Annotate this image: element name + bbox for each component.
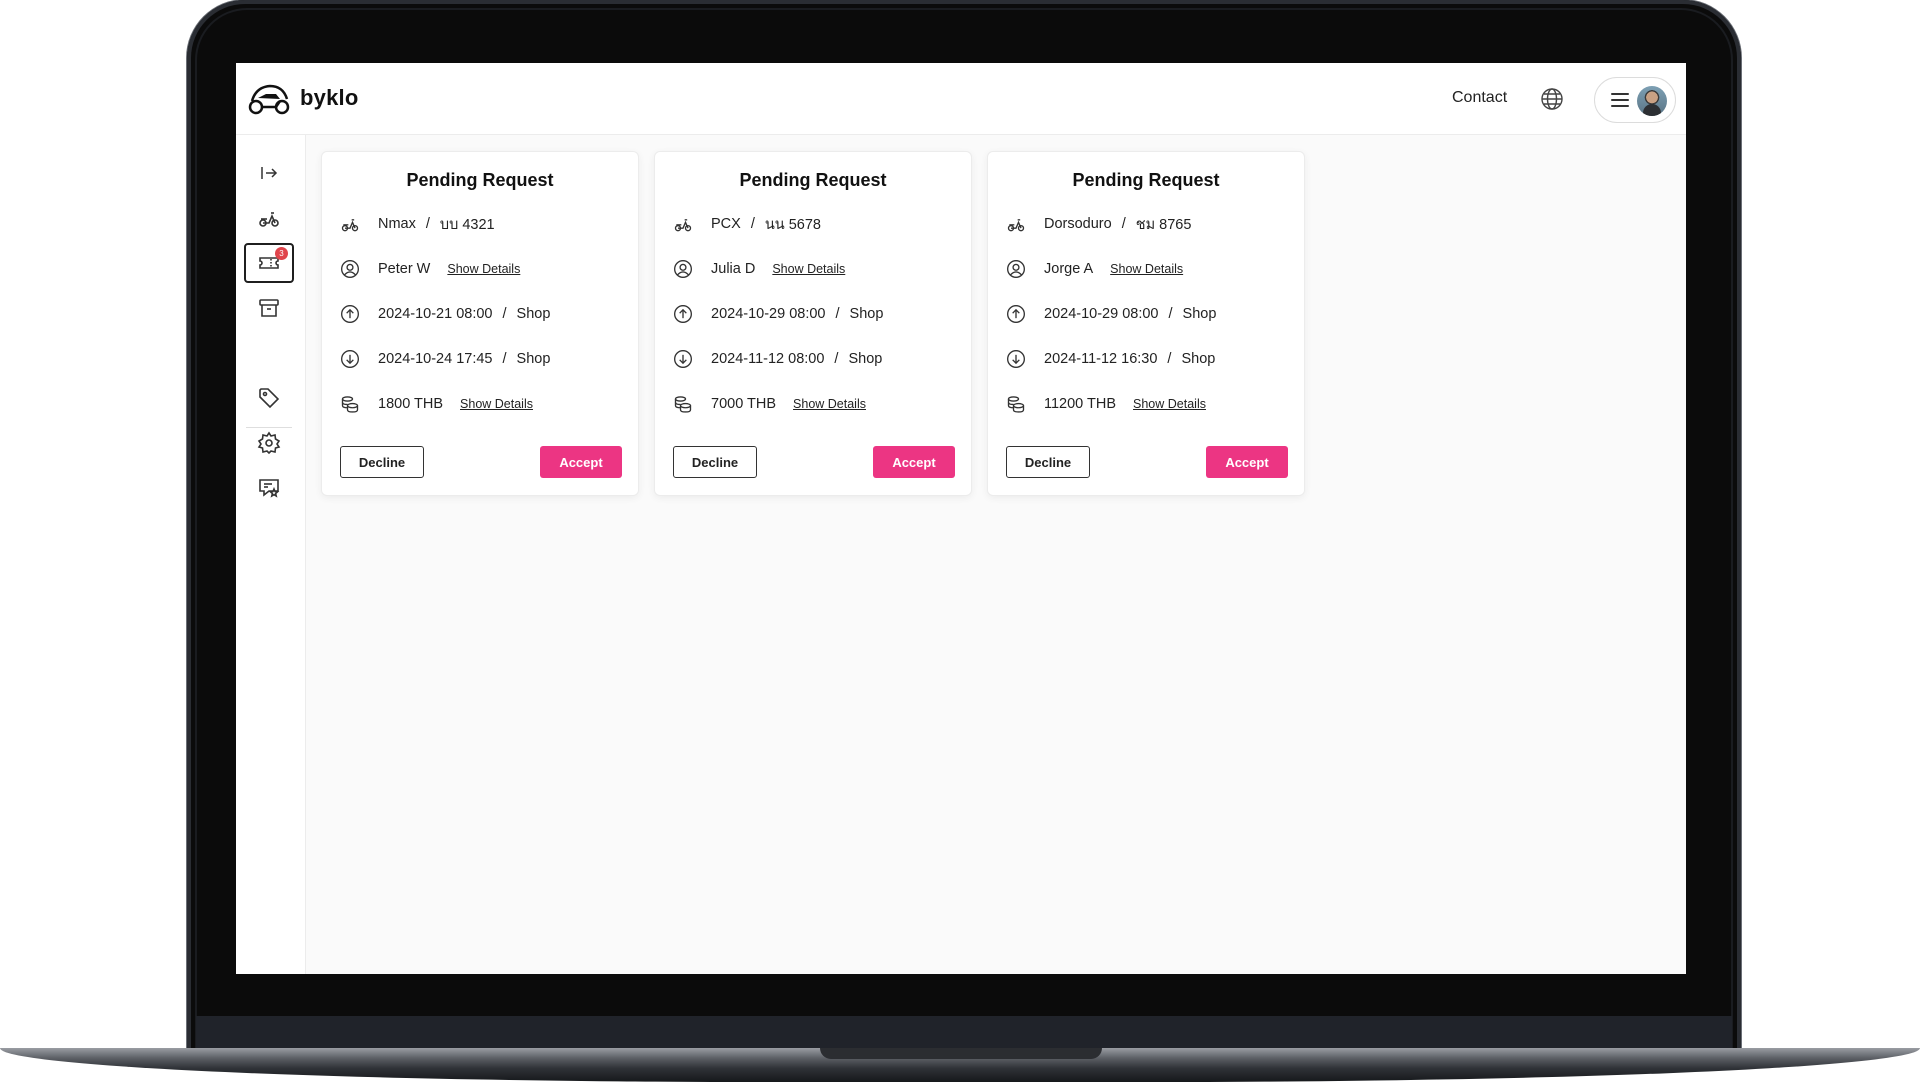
customer-show-details-link[interactable]: Show Details — [772, 262, 845, 276]
price: 11200 THB — [1044, 396, 1117, 412]
bike-plate: ชม 8765 — [1135, 216, 1192, 233]
pickup-datetime: 2024-10-29 08:00 — [711, 306, 826, 322]
price: 1800 THB — [378, 396, 444, 412]
pickup-location: Shop — [516, 306, 551, 322]
decline-button[interactable]: Decline — [673, 446, 757, 478]
pickup-row: 2024-10-29 08:00/Shop — [673, 302, 883, 326]
price: 7000 THB — [711, 396, 777, 412]
arrow-down-circle-icon — [1007, 350, 1025, 368]
price-show-details-link[interactable]: Show Details — [460, 397, 533, 411]
review-star-icon — [259, 479, 280, 498]
price-row: 11200 THB Show Details — [1006, 392, 1206, 416]
user-circle-icon — [341, 260, 359, 278]
coins-icon — [341, 396, 359, 413]
price-show-details-link[interactable]: Show Details — [1133, 397, 1206, 411]
card-title: Pending Request — [406, 170, 554, 190]
motorbike-logo-icon — [248, 84, 290, 115]
pickup-location: Shop — [1182, 306, 1217, 322]
bike-model: Nmax — [378, 216, 416, 232]
card-title: Pending Request — [739, 170, 887, 190]
dropoff-row: 2024-11-12 08:00/Shop — [673, 347, 882, 371]
accept-button[interactable]: Accept — [540, 446, 622, 478]
scooter-icon — [674, 219, 692, 232]
request-card: Pending Request Dorsoduro / ชม 8765 Jorge … — [987, 151, 1305, 496]
customer-row: Jorge A Show Details — [1006, 257, 1183, 281]
coins-icon — [1007, 396, 1025, 413]
bike-row: PCX / นน 5678 — [673, 212, 821, 236]
sidebar: 3 — [236, 135, 306, 974]
customer-name: Peter W — [378, 261, 431, 277]
accept-button[interactable]: Accept — [873, 446, 955, 478]
request-card: Pending Request PCX / นน 5678 Julia D Show … — [654, 151, 972, 496]
laptop-chin — [196, 1016, 1732, 1050]
avatar — [1637, 86, 1667, 116]
pickup-row: 2024-10-29 08:00/Shop — [1006, 302, 1216, 326]
request-card: Pending Request Nmax / บบ 4321 Peter W Show… — [321, 151, 639, 496]
price-row: 7000 THB Show Details — [673, 392, 866, 416]
app-screen: byklo Contact 3 Pending Request Nmax / บ… — [236, 63, 1686, 974]
bike-plate: นน 5678 — [764, 216, 821, 233]
bike-row: Nmax / บบ 4321 — [340, 212, 495, 236]
gear-icon — [257, 431, 281, 455]
user-circle-icon — [1007, 260, 1025, 278]
notification-badge: 3 — [275, 247, 288, 260]
bike-model: PCX — [711, 216, 741, 232]
arrow-up-circle-icon — [1007, 305, 1025, 323]
dropoff-datetime: 2024-11-12 16:30 — [1044, 351, 1158, 367]
dropoff-location: Shop — [516, 351, 551, 367]
customer-row: Peter W Show Details — [340, 257, 520, 281]
sidebar-item-pricing[interactable] — [244, 378, 294, 418]
brand-logo[interactable]: byklo — [246, 79, 358, 117]
dropoff-row: 2024-10-24 17:45/Shop — [340, 347, 550, 371]
arrow-up-circle-icon — [674, 305, 692, 323]
sidebar-item-collapse[interactable] — [244, 153, 294, 193]
customer-show-details-link[interactable]: Show Details — [447, 262, 520, 276]
dropoff-datetime: 2024-11-12 08:00 — [711, 351, 825, 367]
dropoff-location: Shop — [848, 351, 883, 367]
sidebar-item-archive[interactable] — [244, 288, 294, 328]
top-bar: byklo Contact — [236, 63, 1686, 135]
arrow-up-circle-icon — [341, 305, 359, 323]
card-title: Pending Request — [1072, 170, 1220, 190]
bike-row: Dorsoduro / ชม 8765 — [1006, 212, 1191, 236]
scooter-icon — [1007, 219, 1025, 232]
price-show-details-link[interactable]: Show Details — [793, 397, 866, 411]
user-circle-icon — [674, 260, 692, 278]
tag-icon — [259, 388, 280, 409]
pickup-row: 2024-10-21 08:00/Shop — [340, 302, 550, 326]
arrow-down-circle-icon — [341, 350, 359, 368]
pickup-location: Shop — [849, 306, 884, 322]
scooter-icon — [259, 212, 279, 227]
accept-button[interactable]: Accept — [1206, 446, 1288, 478]
brand-name: byklo — [300, 85, 359, 110]
user-menu-button[interactable] — [1594, 77, 1676, 123]
customer-row: Julia D Show Details — [673, 257, 845, 281]
contact-link[interactable]: Contact — [1452, 89, 1507, 107]
price-row: 1800 THB Show Details — [340, 392, 533, 416]
customer-show-details-link[interactable]: Show Details — [1110, 262, 1183, 276]
customer-name: Jorge A — [1044, 261, 1094, 277]
sidebar-item-settings[interactable] — [244, 423, 294, 463]
dropoff-row: 2024-11-12 16:30/Shop — [1006, 347, 1215, 371]
pickup-datetime: 2024-10-29 08:00 — [1044, 306, 1159, 322]
pickup-datetime: 2024-10-21 08:00 — [378, 306, 493, 322]
scooter-icon — [341, 219, 359, 232]
sidebar-item-requests[interactable]: 3 — [244, 243, 294, 283]
bike-model: Dorsoduro — [1044, 216, 1112, 232]
globe-icon[interactable] — [1540, 87, 1564, 111]
expand-sidebar-icon — [261, 167, 278, 179]
archive-box-icon — [259, 299, 279, 317]
customer-name: Julia D — [711, 261, 756, 277]
bike-plate: บบ 4321 — [439, 216, 495, 233]
decline-button[interactable]: Decline — [340, 446, 424, 478]
sidebar-item-bikes[interactable] — [244, 198, 294, 238]
sidebar-item-reviews[interactable] — [244, 468, 294, 508]
decline-button[interactable]: Decline — [1006, 446, 1090, 478]
hamburger-icon — [1611, 93, 1629, 107]
arrow-down-circle-icon — [674, 350, 692, 368]
dropoff-location: Shop — [1181, 351, 1216, 367]
dropoff-datetime: 2024-10-24 17:45 — [378, 351, 493, 367]
coins-icon — [674, 396, 692, 413]
laptop-notch — [820, 1048, 1102, 1059]
